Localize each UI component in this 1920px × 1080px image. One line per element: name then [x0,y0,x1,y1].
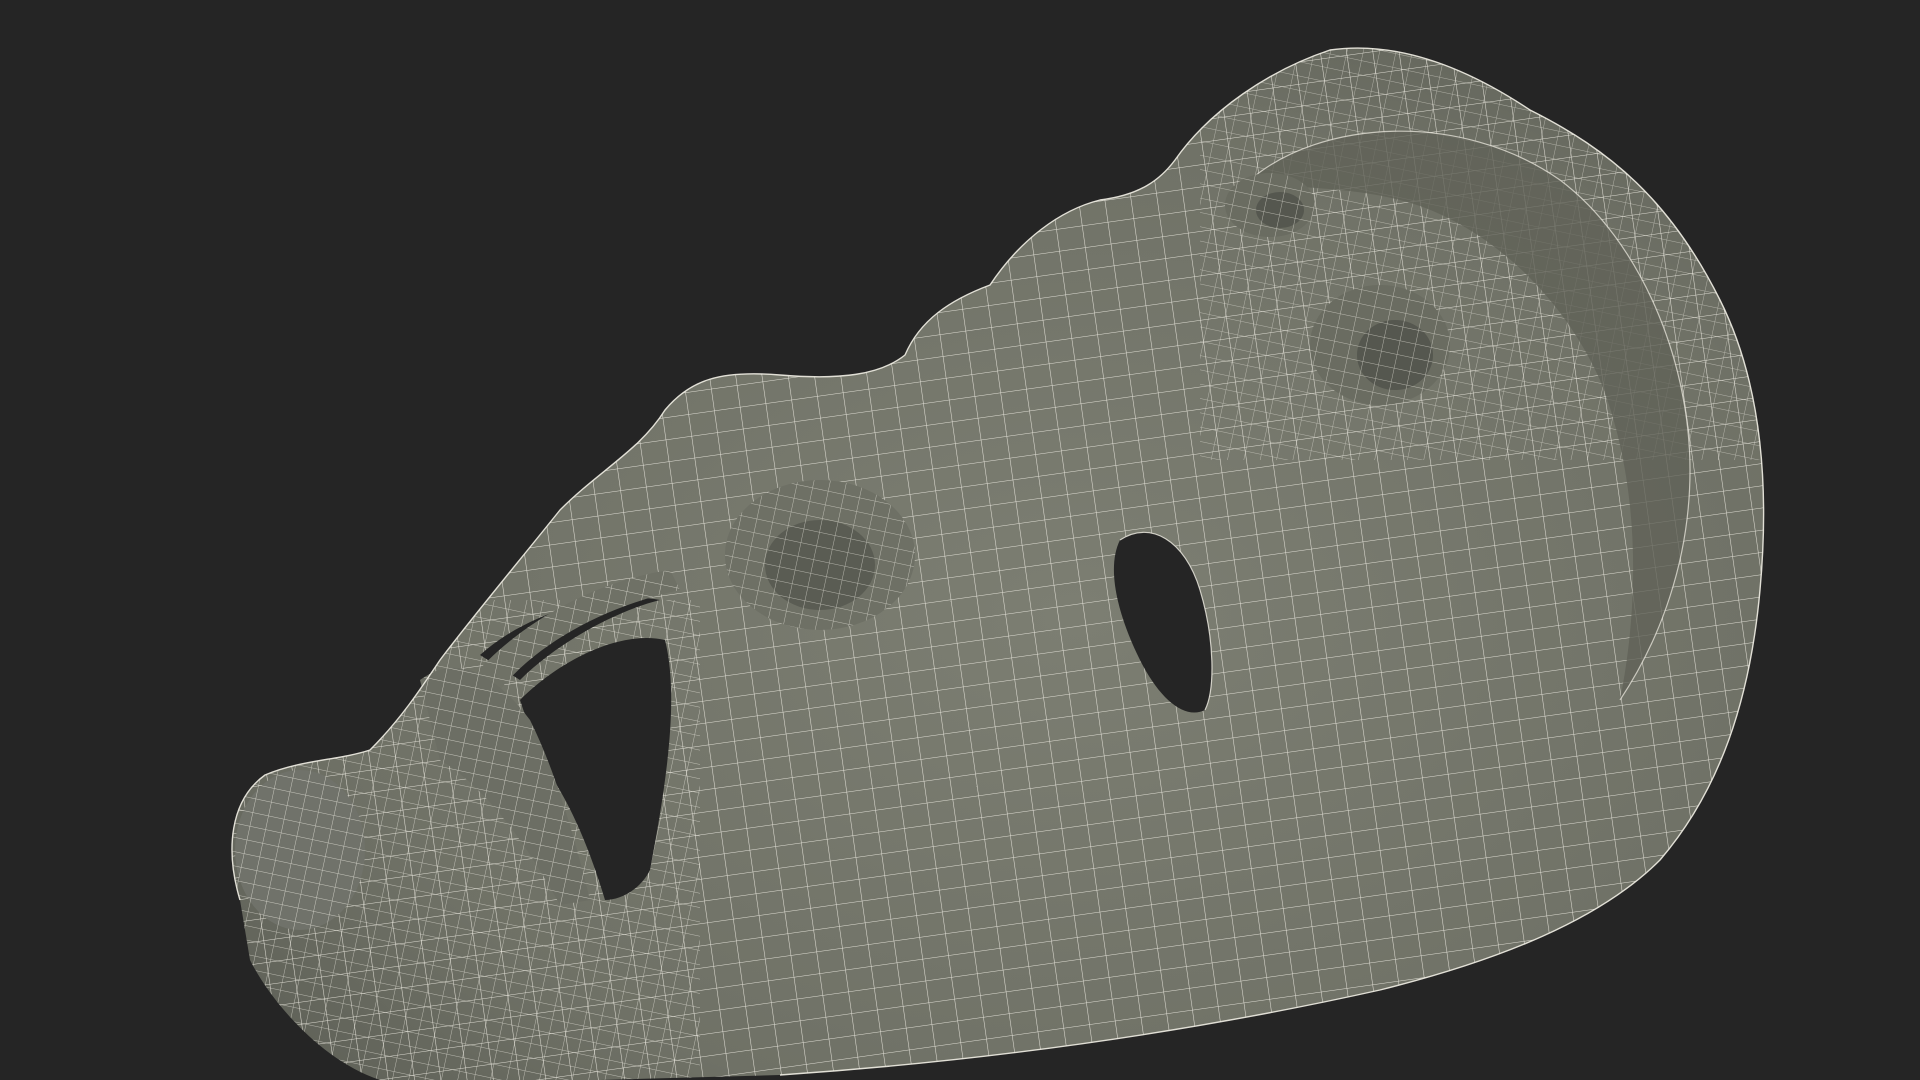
mesh-bump-center [725,480,915,630]
mesh-bump-upper [1310,285,1450,405]
mesh-render [231,47,1765,1080]
render-viewport [0,0,1920,1080]
mesh-bump-top [1225,173,1315,237]
